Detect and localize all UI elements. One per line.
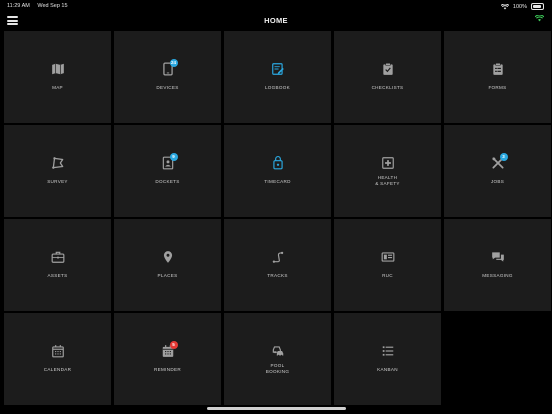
tile-timecard[interactable]: TIMECARD — [224, 125, 331, 217]
status-left: 11:29 AM Wed Sep 15 — [7, 3, 74, 9]
tile-jobs[interactable]: 3 JOBS — [444, 125, 551, 217]
tile-label: PLACES — [157, 273, 178, 278]
status-right: 100% — [500, 3, 544, 10]
calendar-icon — [51, 344, 65, 358]
tile-reminder[interactable]: 5 REMINDER — [114, 313, 221, 405]
tile-checklists[interactable]: CHECKLISTS — [334, 31, 441, 123]
tile-label: MAP — [52, 85, 63, 90]
tile-assets[interactable]: ASSETS — [4, 219, 111, 311]
tile-pool-booking[interactable]: POOL BOOKING — [224, 313, 331, 405]
tile-logbook[interactable]: LOGBOOK — [224, 31, 331, 123]
home-grid: MAP 24 DEVICES LOGBOOK CHECKLISTS FORMS … — [4, 31, 551, 405]
tile-label: CHECKLISTS — [371, 85, 404, 90]
status-date: Wed Sep 15 — [37, 3, 68, 9]
place-pin-icon — [161, 250, 175, 264]
status-wifi-icon — [500, 3, 509, 9]
wifi-icon — [535, 15, 544, 22]
tile-label: POOL BOOKING — [265, 363, 290, 374]
status-bar: 11:29 AM Wed Sep 15 100% — [0, 0, 552, 12]
reminder-badge: 5 — [169, 341, 178, 349]
tile-dockets[interactable]: 9 DOCKETS — [114, 125, 221, 217]
survey-icon — [51, 156, 65, 170]
tile-map[interactable]: MAP — [4, 31, 111, 123]
devices-badge: 24 — [169, 59, 178, 67]
tile-label: FORMS — [488, 85, 507, 90]
tile-kanban[interactable]: KANBAN — [334, 313, 441, 405]
logbook-icon — [271, 62, 285, 76]
tile-survey[interactable]: SURVEY — [4, 125, 111, 217]
map-icon — [51, 62, 65, 76]
app-header: HOME — [0, 12, 552, 30]
tile-tracks[interactable]: TRACKS — [224, 219, 331, 311]
tile-label: SURVEY — [47, 179, 68, 184]
tile-label: TRACKS — [267, 273, 288, 278]
tile-calendar[interactable]: CALENDAR — [4, 313, 111, 405]
tile-label: ASSETS — [47, 273, 68, 278]
home-indicator[interactable] — [207, 407, 346, 410]
tile-ruc[interactable]: RUC — [334, 219, 441, 311]
kanban-icon — [381, 344, 395, 358]
page-title: HOME — [264, 16, 288, 25]
dockets-badge: 9 — [169, 153, 178, 161]
battery-icon — [531, 3, 544, 10]
tile-label: RUC — [382, 273, 393, 278]
assets-icon — [51, 250, 65, 264]
tile-label: TIMECARD — [264, 179, 291, 184]
tile-label: HEALTH & SAFETY — [375, 175, 400, 186]
timecard-icon — [271, 156, 285, 170]
checklist-icon — [381, 62, 395, 76]
tile-label: CALENDAR — [43, 367, 72, 372]
battery-percent: 100% — [512, 3, 527, 10]
health-safety-icon — [381, 156, 395, 170]
tile-label: DOCKETS — [155, 179, 180, 184]
tile-label: MESSAGING — [482, 273, 513, 278]
tracks-icon — [271, 250, 285, 264]
status-time: 11:29 AM — [7, 3, 30, 9]
tile-health-safety[interactable]: HEALTH & SAFETY — [334, 125, 441, 217]
tile-forms[interactable]: FORMS — [444, 31, 551, 123]
tile-label: LOGBOOK — [264, 85, 291, 90]
forms-icon — [491, 62, 505, 76]
tile-label: REMINDER — [154, 367, 181, 372]
tile-label: KANBAN — [377, 367, 398, 372]
pool-booking-icon — [271, 344, 285, 358]
ruc-icon — [381, 250, 395, 264]
tile-label: DEVICES — [156, 85, 179, 90]
messaging-icon — [491, 250, 505, 264]
tile-devices[interactable]: 24 DEVICES — [114, 31, 221, 123]
tile-places[interactable]: PLACES — [114, 219, 221, 311]
jobs-badge: 3 — [499, 153, 508, 161]
tile-label: JOBS — [490, 179, 505, 184]
tile-messaging[interactable]: MESSAGING — [444, 219, 551, 311]
